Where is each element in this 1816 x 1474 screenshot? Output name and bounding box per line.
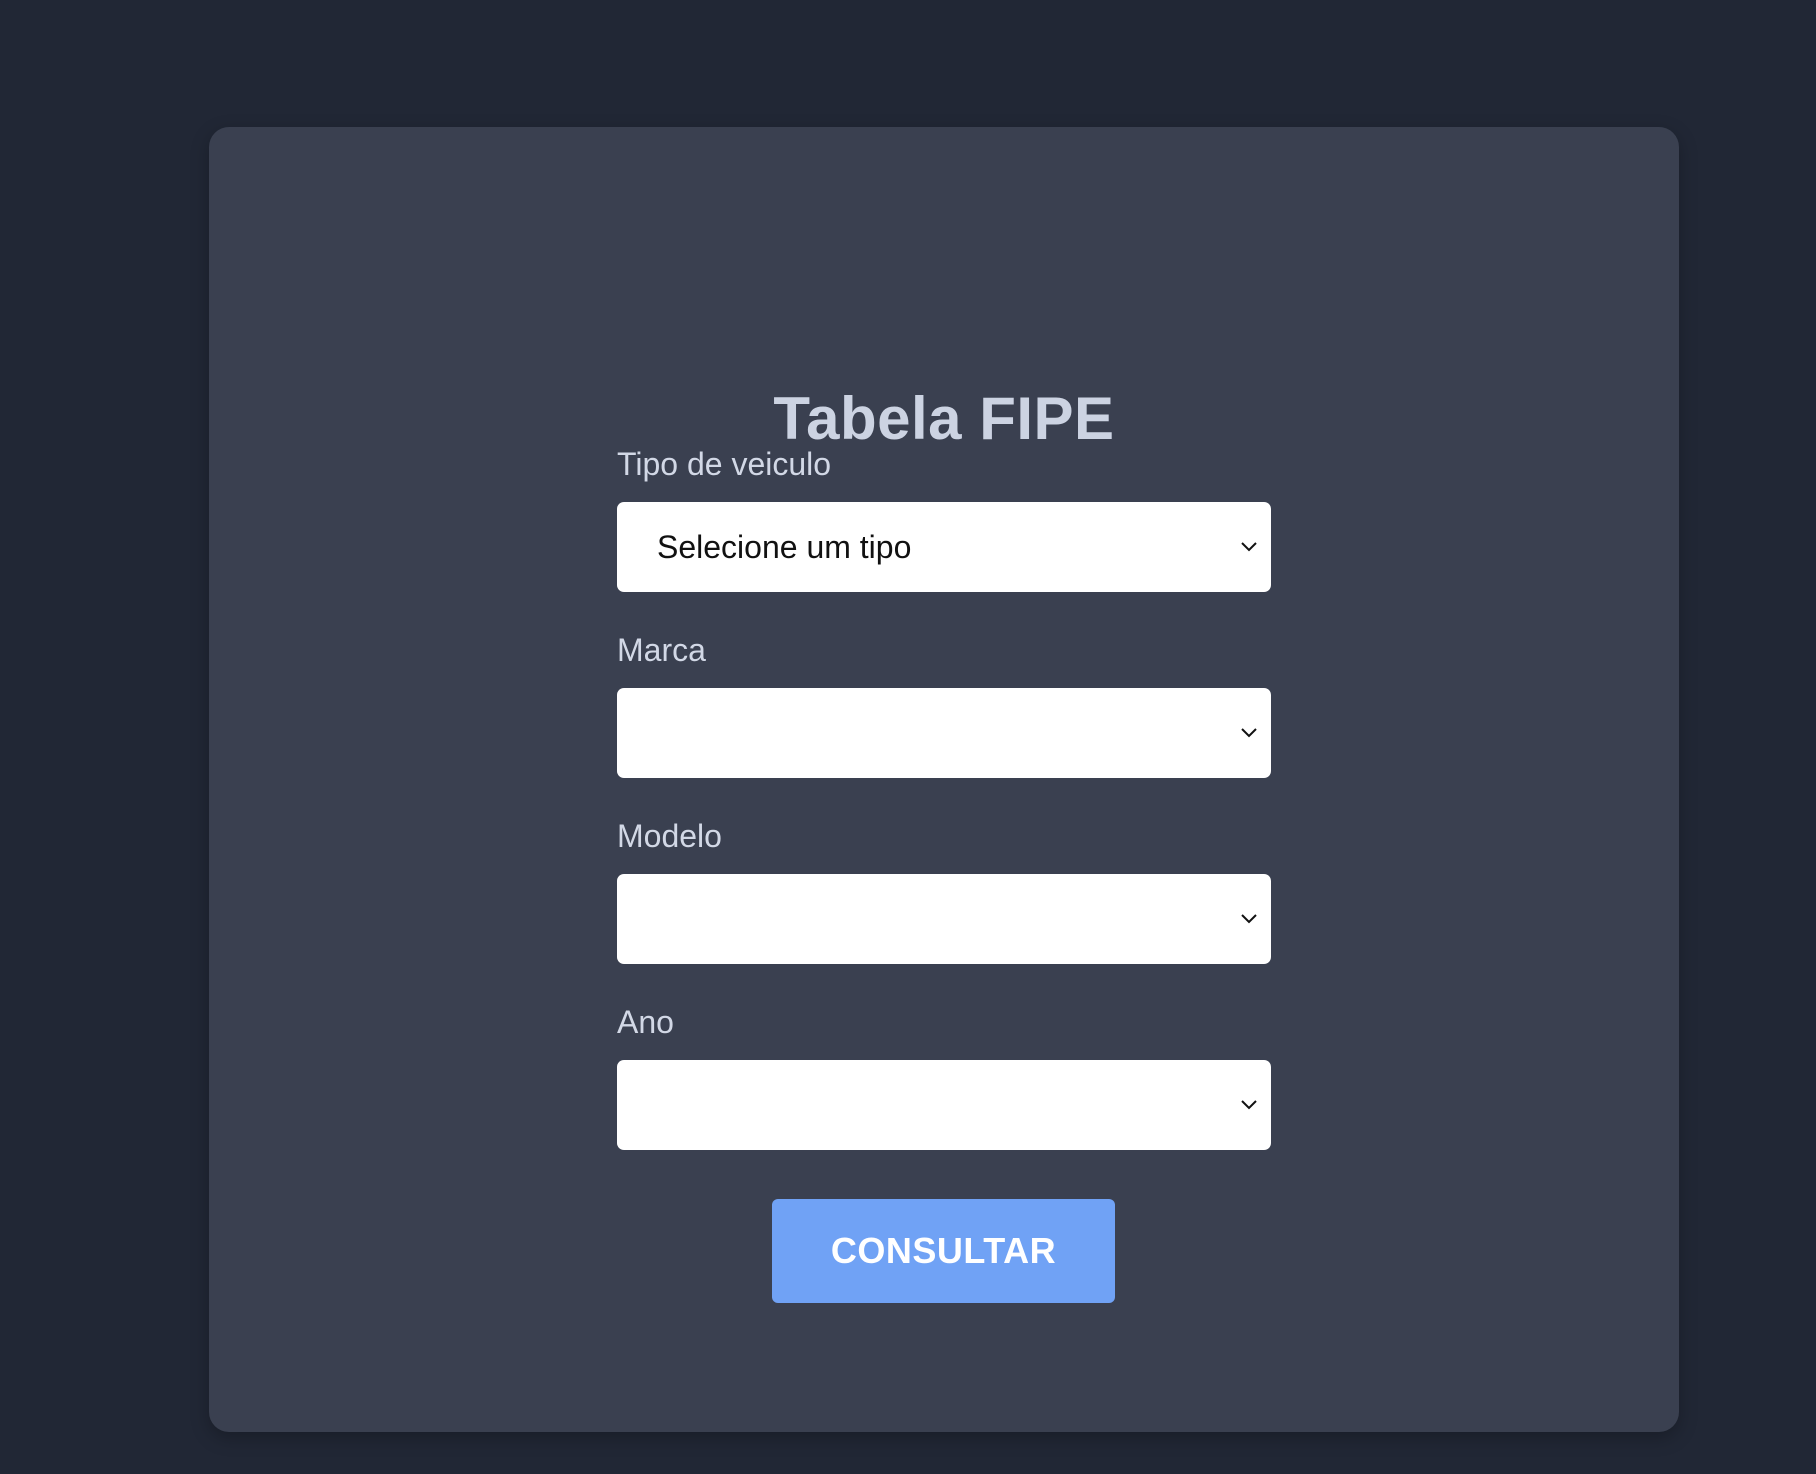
chevron-down-icon <box>1241 914 1257 924</box>
page-title: Tabela FIPE <box>773 385 1115 452</box>
model-label: Modelo <box>617 818 722 854</box>
brand-label: Marca <box>617 632 706 668</box>
consult-button[interactable]: CONSULTAR <box>772 1199 1115 1303</box>
fipe-form-card: Tabela FIPE Tipo de veiculo Selecione um… <box>209 127 1679 1432</box>
vehicle-type-label: Tipo de veiculo <box>617 446 832 482</box>
vehicle-type-select[interactable]: Selecione um tipo <box>617 502 1271 592</box>
chevron-down-icon <box>1241 1100 1257 1110</box>
model-select[interactable] <box>617 874 1271 964</box>
chevron-down-icon <box>1241 542 1257 552</box>
year-label: Ano <box>617 1004 674 1040</box>
vehicle-type-selected-value: Selecione um tipo <box>657 529 912 565</box>
year-select[interactable] <box>617 1060 1271 1150</box>
chevron-down-icon <box>1241 728 1257 738</box>
brand-select[interactable] <box>617 688 1271 778</box>
